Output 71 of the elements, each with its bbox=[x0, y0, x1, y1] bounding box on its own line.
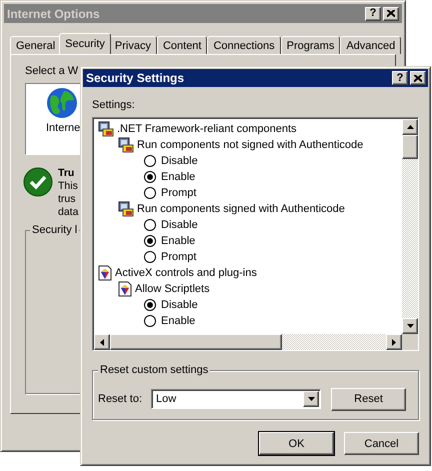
tab[interactable]: Security bbox=[59, 33, 111, 54]
group-title: Security l bbox=[30, 224, 80, 236]
dialog-title: Security Settings bbox=[86, 71, 184, 85]
option-label[interactable]: Disable bbox=[161, 155, 198, 167]
zone-description-text: trus bbox=[58, 193, 77, 206]
settings-label: Settings: bbox=[92, 99, 136, 111]
zone-prompt: Select a W bbox=[25, 65, 80, 77]
radio-button[interactable] bbox=[144, 235, 156, 247]
option-label[interactable]: Disable bbox=[161, 299, 198, 311]
group-title: Reset custom settings bbox=[98, 364, 210, 376]
reset-button[interactable]: Reset bbox=[331, 388, 406, 410]
help-button[interactable]: ? bbox=[392, 71, 408, 85]
computer-icon bbox=[118, 137, 134, 153]
help-button[interactable]: ? bbox=[365, 6, 381, 20]
zone-description-text: data bbox=[58, 206, 78, 219]
radio-button[interactable] bbox=[144, 187, 156, 199]
radio-button[interactable] bbox=[144, 299, 156, 311]
scroll-up-button[interactable] bbox=[402, 119, 418, 135]
option-label[interactable]: Disable bbox=[161, 219, 198, 231]
cancel-button[interactable]: Cancel bbox=[344, 432, 419, 455]
scroll-left-button[interactable] bbox=[94, 334, 110, 350]
caret-icon bbox=[308, 397, 315, 401]
document-gem-icon bbox=[118, 281, 132, 297]
option-label[interactable]: Prompt bbox=[161, 251, 196, 263]
window-title: Internet Options bbox=[7, 6, 100, 20]
radio-button[interactable] bbox=[144, 219, 156, 231]
zone-label[interactable]: Interne bbox=[46, 122, 80, 134]
arrow-up-icon bbox=[406, 125, 414, 129]
radio-button[interactable] bbox=[144, 155, 156, 167]
arrow-down-icon bbox=[406, 324, 414, 328]
arrow-left-icon bbox=[100, 338, 104, 346]
scroll-thumb[interactable] bbox=[402, 135, 418, 159]
close-button[interactable] bbox=[383, 6, 399, 20]
scroll-right-button[interactable] bbox=[386, 334, 402, 350]
checkmark-icon bbox=[23, 167, 53, 197]
reset-to-label: Reset to: bbox=[98, 393, 142, 405]
tab[interactable]: Advanced bbox=[340, 36, 402, 54]
scroll-thumb[interactable] bbox=[110, 334, 282, 350]
option-label[interactable]: Enable bbox=[161, 315, 196, 327]
tab[interactable]: Privacy bbox=[108, 36, 157, 54]
close-button[interactable] bbox=[410, 71, 426, 85]
option-label[interactable]: Enable bbox=[161, 235, 196, 247]
setting-category: Run components not signed with Authenticode bbox=[137, 139, 364, 151]
tab[interactable]: General bbox=[10, 36, 62, 54]
tab[interactable]: Programs bbox=[280, 36, 340, 54]
scroll-down-button[interactable] bbox=[402, 318, 418, 334]
radio-button[interactable] bbox=[144, 171, 156, 183]
scrollbar-corner bbox=[402, 334, 418, 350]
horizontal-scrollbar[interactable] bbox=[94, 334, 402, 350]
ok-button[interactable]: OK bbox=[259, 432, 334, 455]
setting-category: .NET Framework-reliant components bbox=[117, 123, 297, 135]
vertical-scrollbar[interactable] bbox=[402, 119, 418, 334]
close-icon bbox=[387, 10, 395, 17]
option-label[interactable]: Prompt bbox=[161, 187, 196, 199]
tab[interactable]: Content bbox=[156, 36, 208, 54]
document-gem-icon bbox=[98, 265, 112, 281]
zone-description-text: This bbox=[58, 180, 78, 193]
option-label[interactable]: Enable bbox=[161, 171, 196, 183]
globe-icon bbox=[46, 87, 78, 119]
reset-level-dropdown[interactable]: Low bbox=[151, 389, 322, 409]
tab[interactable]: Connections bbox=[207, 36, 281, 54]
setting-category: Allow Scriptlets bbox=[135, 283, 210, 295]
radio-button[interactable] bbox=[144, 315, 156, 327]
radio-button[interactable] bbox=[144, 251, 156, 263]
computer-icon bbox=[98, 121, 114, 137]
zone-title: Tru bbox=[58, 167, 76, 180]
computer-icon bbox=[118, 201, 134, 217]
arrow-right-icon bbox=[392, 338, 396, 346]
setting-category: Run components signed with Authenticode bbox=[137, 203, 345, 215]
close-icon bbox=[414, 74, 422, 82]
setting-category: ActiveX controls and plug-ins bbox=[115, 267, 257, 279]
